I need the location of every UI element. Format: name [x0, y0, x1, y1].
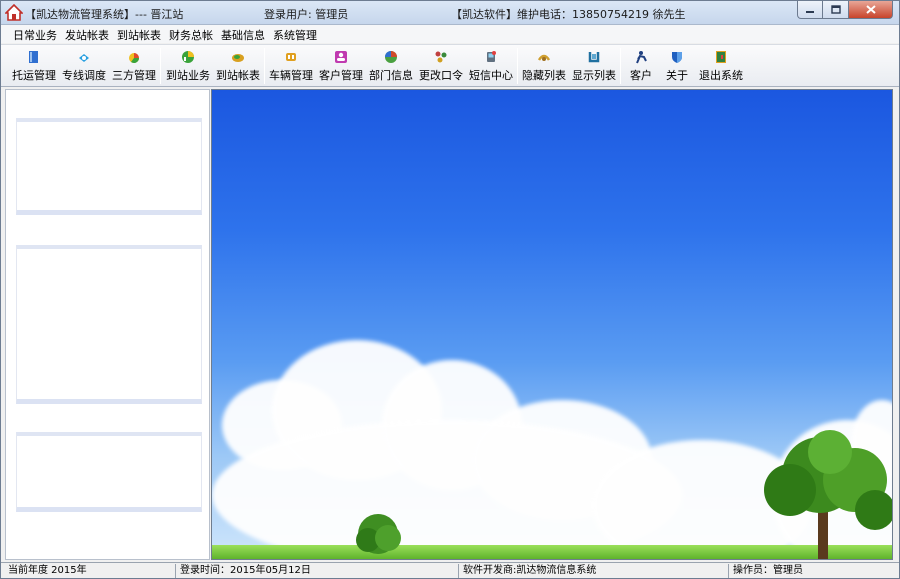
third-party-button[interactable]: 三方管理 [108, 49, 160, 83]
menu-system-management[interactable]: 系统管理 [269, 25, 321, 43]
large-tree [764, 430, 892, 559]
exit-system-button[interactable]: 退出系统 [695, 49, 747, 83]
status-current-year: 当前年度 2015年 [4, 564, 176, 578]
left-panel-box [16, 118, 202, 215]
sms-center-button[interactable]: 短信中心 [465, 49, 517, 83]
small-tree [356, 514, 401, 554]
left-panel-box [16, 432, 202, 512]
status-developer: 软件开发商:凯达物流信息系统 [459, 564, 729, 578]
status-operator: 操作员：管理员 [733, 565, 803, 576]
login-user: 登录用户: 管理员 [264, 8, 349, 21]
status-login-time: 登录时间：2015年05月12日 [176, 564, 459, 578]
left-panel [5, 89, 210, 560]
status-bar: 当前年度 2015年 登录时间：2015年05月12日 软件开发商:凯达物流信息… [1, 562, 899, 578]
key-icon [435, 51, 447, 63]
show-list-icon [588, 52, 600, 63]
close-button[interactable] [849, 1, 893, 19]
shield-icon [672, 52, 682, 63]
maximize-button[interactable] [823, 1, 849, 19]
app-window: 【凯达物流管理系统】--- 晋江站 登录用户: 管理员 【凯达软件】维护电话：1… [0, 0, 900, 579]
minimize-button[interactable] [797, 1, 823, 19]
arrival-accounts-button[interactable]: 到站帐表 [212, 49, 264, 83]
truck-icon [286, 53, 296, 61]
exit-icon [716, 51, 726, 63]
menu-send-station-accounts[interactable]: 发站帐表 [61, 25, 113, 43]
sms-icon [487, 51, 496, 62]
title-bar[interactable]: 【凯达物流管理系统】--- 晋江站 登录用户: 管理员 【凯达软件】维护电话：1… [1, 1, 899, 25]
department-icon [385, 51, 397, 63]
pie-chart-icon [129, 53, 139, 63]
menu-bar: 日常业务 发站帐表 到站帐表 财务总帐 基础信息 系统管理 [1, 25, 899, 43]
minimize-icon [806, 10, 814, 13]
toolbar: 托运管理 专线调度 三方管理 到站业务 到站帐表 车辆管理 客户管理 部门信息 … [1, 44, 899, 87]
left-panel-box [16, 245, 202, 404]
main-background-image [211, 89, 893, 560]
book-icon [29, 51, 38, 63]
dispatch-icon [79, 54, 89, 62]
menu-finance-ledger[interactable]: 财务总帐 [165, 25, 217, 43]
chart-icon [182, 51, 194, 63]
home-icon [5, 4, 23, 21]
person-icon [636, 51, 647, 64]
report-icon [232, 54, 244, 62]
maximize-icon [830, 5, 841, 14]
customer-icon [335, 51, 347, 63]
menu-daily-business[interactable]: 日常业务 [9, 25, 61, 43]
close-icon [865, 5, 876, 14]
hide-list-icon [537, 54, 551, 61]
menu-basic-info[interactable]: 基础信息 [217, 25, 269, 43]
support-info: 【凯达软件】维护电话：13850754219 徐先生 [451, 8, 686, 21]
window-title: 【凯达物流管理系统】--- 晋江站 [25, 8, 184, 21]
menu-arrival-station-accounts[interactable]: 到站帐表 [113, 25, 165, 43]
